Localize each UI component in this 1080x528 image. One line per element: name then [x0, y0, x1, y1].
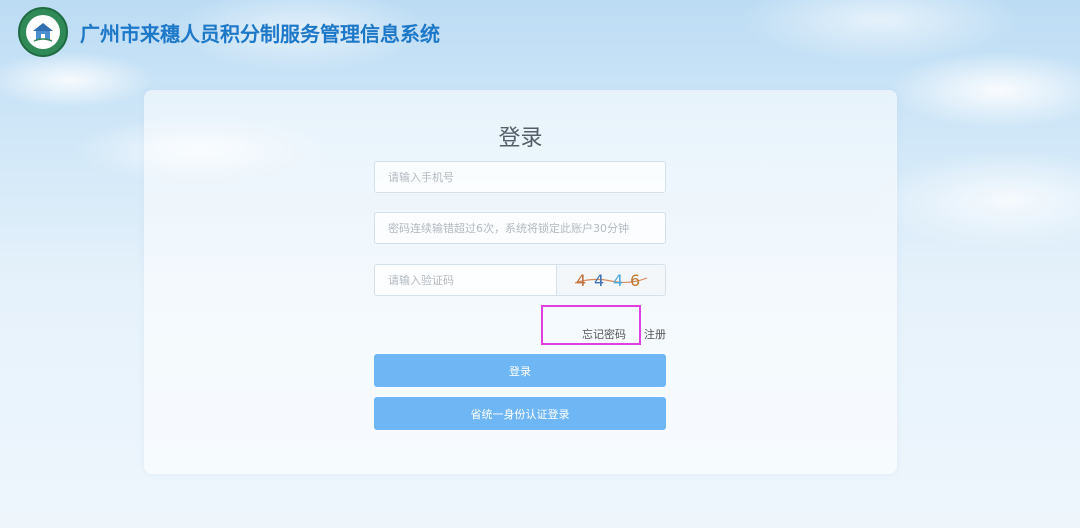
password-input[interactable] [374, 212, 666, 244]
site-title: 广州市来穗人员积分制服务管理信息系统 [80, 21, 440, 46]
register-link[interactable]: 注册 [644, 326, 666, 342]
captcha-input[interactable] [374, 264, 557, 296]
login-button[interactable]: 登录 [374, 354, 666, 387]
auth-links: 忘记密码 注册 [374, 326, 666, 342]
emblem-logo-icon [18, 7, 68, 57]
sso-login-button[interactable]: 省统一身份认证登录 [374, 397, 666, 430]
site-header: 广州市来穗人员积分制服务管理信息系统 [18, 6, 440, 58]
phone-input[interactable] [374, 161, 666, 193]
captcha-digit: 6 [630, 271, 640, 290]
login-title: 登录 [498, 126, 543, 151]
login-card: 登录 4 4 4 6 忘记密码 注册 登录 省统一身份认证登录 [144, 90, 897, 474]
captcha-digit: 4 [613, 271, 623, 290]
captcha-digit: 4 [576, 271, 586, 290]
forgot-password-link[interactable]: 忘记密码 [582, 326, 626, 342]
captcha-image[interactable]: 4 4 4 6 [556, 264, 666, 296]
captcha-digit: 4 [594, 271, 604, 290]
captcha-graphic: 4 4 4 6 [574, 271, 648, 290]
